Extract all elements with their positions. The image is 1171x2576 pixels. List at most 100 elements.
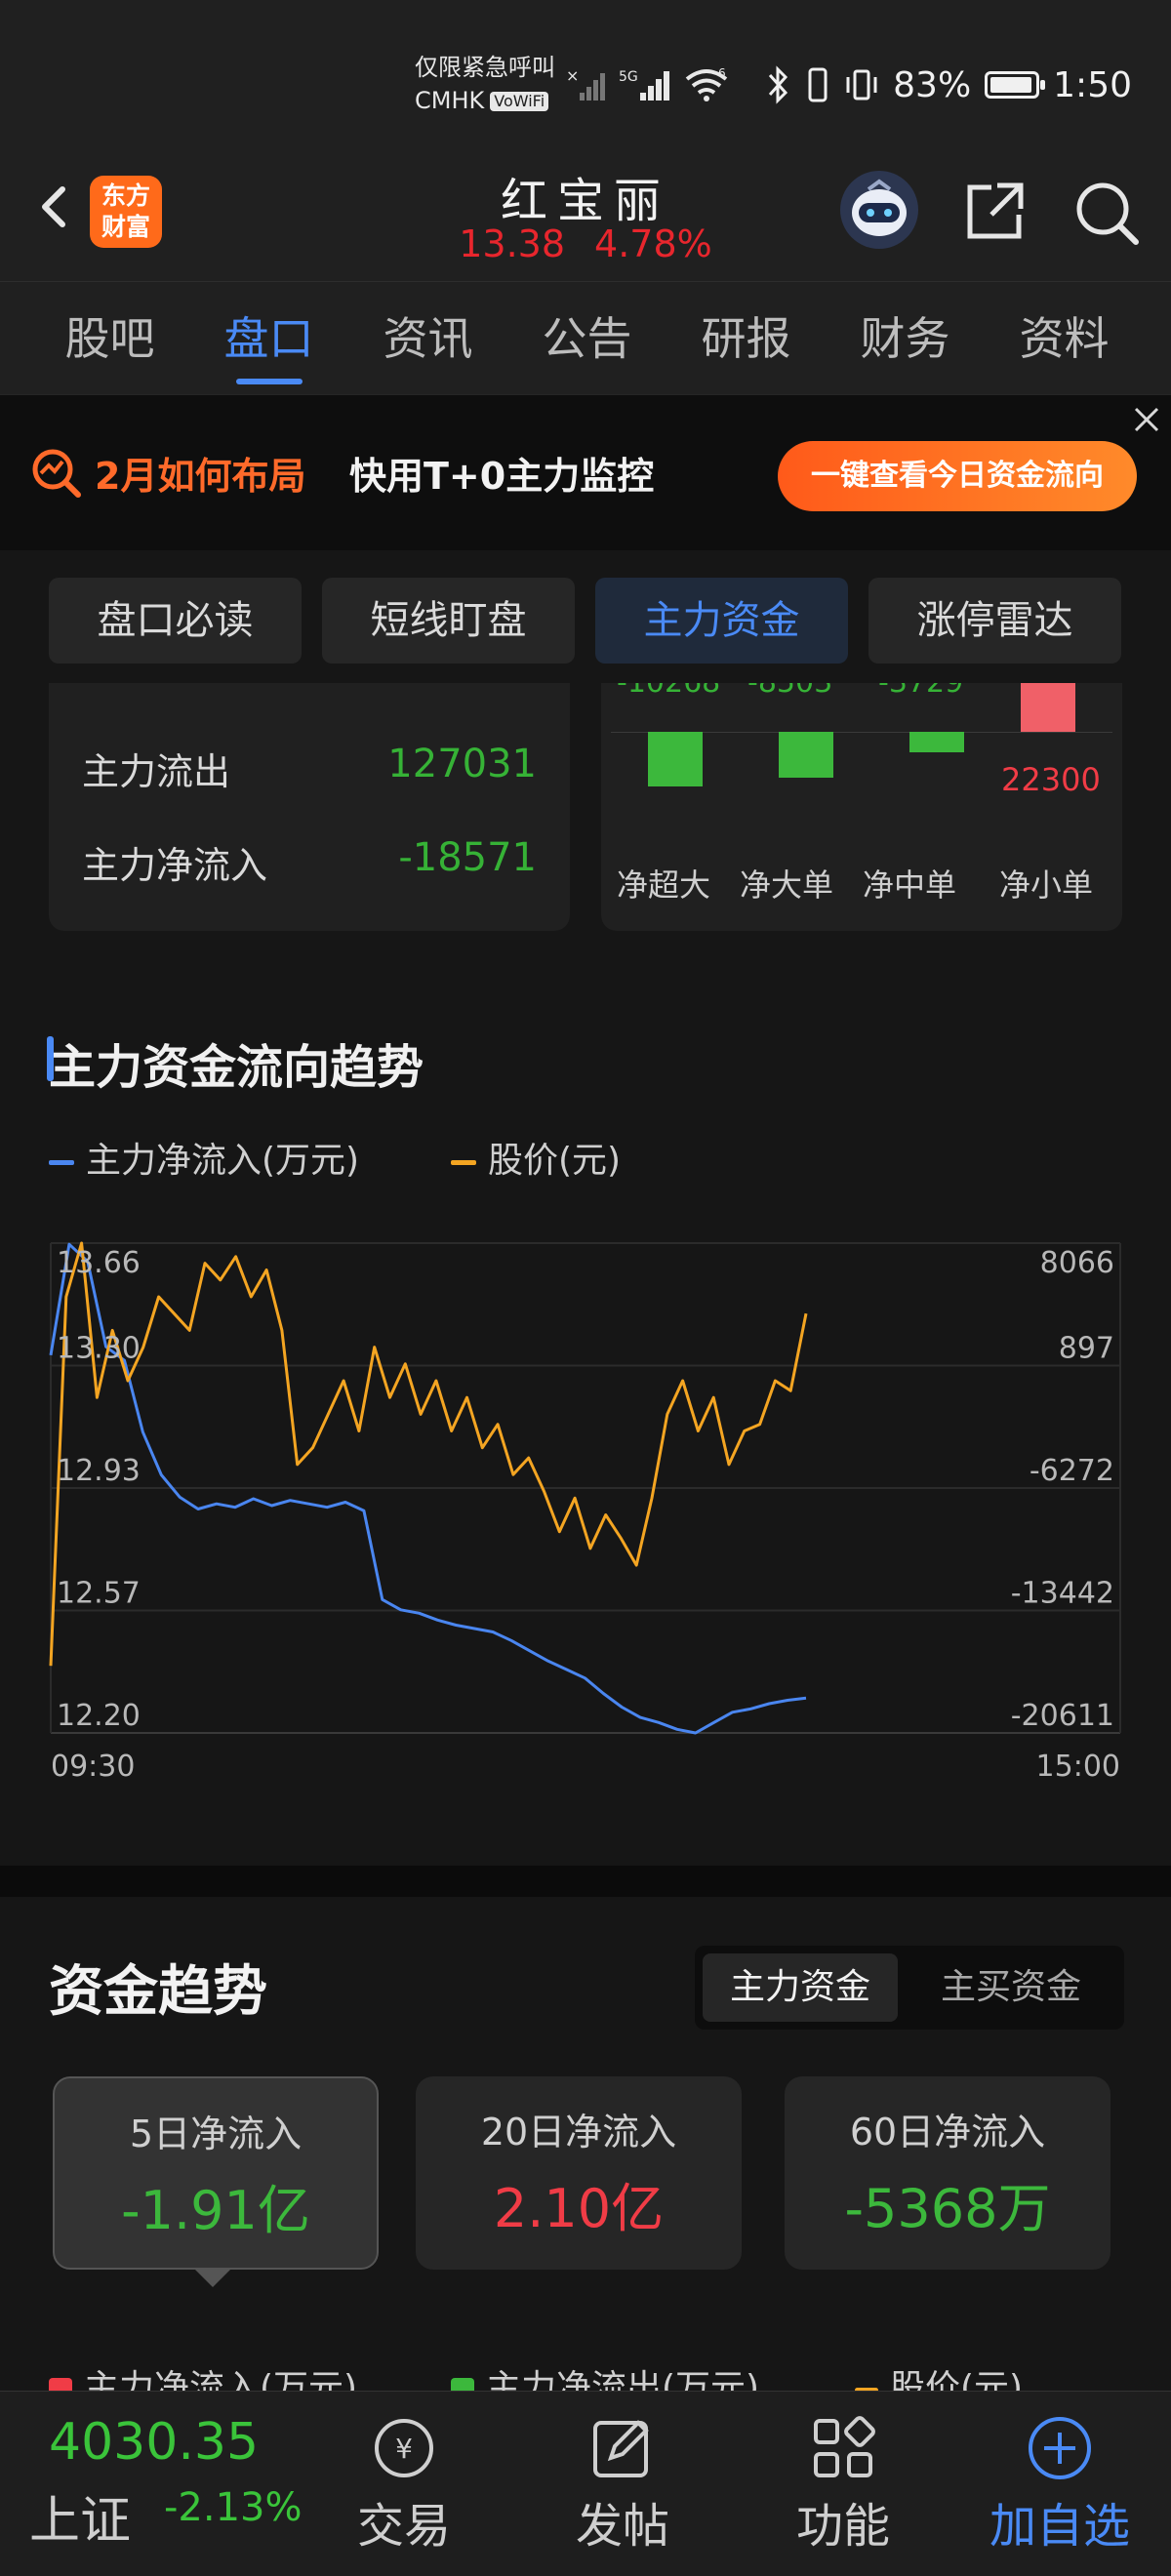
close-icon[interactable] xyxy=(1130,403,1163,436)
svg-text:6: 6 xyxy=(718,67,726,80)
tab-research[interactable]: 研报 xyxy=(666,282,826,394)
emergency-call-text: 仅限紧急呼叫 xyxy=(415,54,555,81)
battery-percent: 83% xyxy=(893,64,972,105)
index-name[interactable]: 上证 xyxy=(29,2479,131,2553)
y-left-tick-label: 13.30 xyxy=(57,1332,141,1366)
stat-card-5day[interactable]: 5日净流入 -1.91亿 xyxy=(53,2076,379,2270)
stat-label: 60日净流入 xyxy=(849,2111,1046,2153)
net-bar-small xyxy=(1021,683,1075,732)
y-right-tick-label: 8066 xyxy=(1040,1246,1114,1280)
battery-icon xyxy=(985,71,1046,99)
bar-bottom-value: 22300 xyxy=(1001,761,1101,798)
fund-type-toggle: 主力资金 主买资金 xyxy=(695,1946,1124,2030)
y-left-tick-label: 13.66 xyxy=(57,1246,141,1280)
y-right-tick-label: -20611 xyxy=(1011,1699,1114,1733)
nav-post[interactable]: 发帖 xyxy=(535,2392,710,2576)
subtab-must-read[interactable]: 盘口必读 xyxy=(49,578,302,664)
svg-text:¥: ¥ xyxy=(395,2433,413,2465)
share-icon[interactable] xyxy=(960,178,1029,246)
bar-label: 净大单 xyxy=(740,866,834,904)
bar-top-label: -10268 xyxy=(617,683,720,700)
phone-status-icon xyxy=(808,67,828,102)
index-change[interactable]: -2.13% xyxy=(164,2485,303,2530)
legend-price-label: 股价(元) xyxy=(488,1141,622,1181)
signal-no-sim-icon: × xyxy=(566,67,605,101)
y-right-tick-label: -6272 xyxy=(1030,1454,1114,1488)
banner-headline: 2月如何布局 xyxy=(95,455,306,498)
legend-price: 股价(元) xyxy=(451,1132,621,1183)
tab-guba[interactable]: 股吧 xyxy=(30,282,189,394)
x-start-label: 09:30 xyxy=(51,1750,135,1784)
stock-change-pct: 4.78% xyxy=(594,222,712,265)
banner-cta-button[interactable]: 一键查看今日资金流向 xyxy=(778,441,1137,511)
carrier-info: 仅限紧急呼叫 CMHK VoWiFi xyxy=(415,51,555,117)
nav-trade[interactable]: ¥ 交易 xyxy=(316,2392,492,2576)
outflow-value: 127031 xyxy=(387,742,537,786)
x-end-label: 15:00 xyxy=(1036,1750,1120,1784)
robot-assistant-icon[interactable] xyxy=(839,170,919,250)
svg-text:×: × xyxy=(566,67,579,85)
signal-5g-icon: 5G xyxy=(619,69,669,101)
stat-card-60day[interactable]: 60日净流入 -5368万 xyxy=(785,2076,1110,2270)
sub-tabs: 盘口必读 短线盯盘 主力资金 涨停雷达 xyxy=(0,550,1171,667)
fund-flow-trend-chart[interactable]: 13.66 13.30 12.93 12.57 12.20 8066 897 -6272 -13… xyxy=(0,1210,1171,1795)
y-right-tick-label: -13442 xyxy=(1011,1577,1114,1611)
stat-label: 5日净流入 xyxy=(129,2113,303,2155)
bar-label: 净超大 xyxy=(617,866,711,904)
bar-label: 净小单 xyxy=(999,866,1094,904)
outflow-label: 主力流出 xyxy=(82,750,231,793)
bar-label: 净中单 xyxy=(863,866,957,904)
toggle-buy-funds[interactable]: 主买资金 xyxy=(906,1953,1116,2022)
bar-top-label: -8503 xyxy=(747,683,832,700)
index-value[interactable]: 4030.35 xyxy=(49,2413,259,2472)
subtab-limit-up-radar[interactable]: 涨停雷达 xyxy=(868,578,1121,664)
net-bar-super-large xyxy=(648,732,703,786)
stat-card-20day[interactable]: 20日净流入 2.10亿 xyxy=(416,2076,742,2270)
tab-profile[interactable]: 资料 xyxy=(985,282,1144,394)
nav-label: 交易 xyxy=(356,2499,451,2554)
subtab-short-watch[interactable]: 短线盯盘 xyxy=(322,578,575,664)
vibrate-icon xyxy=(846,69,877,101)
trade-icon: ¥ xyxy=(375,2419,433,2477)
legend-net-inflow: 主力净流入(万元) xyxy=(49,1132,359,1183)
stat-value: 2.10亿 xyxy=(493,2178,665,2239)
clock: 1:50 xyxy=(1053,64,1132,105)
nav-functions[interactable]: 功能 xyxy=(755,2392,931,2576)
promo-banner[interactable]: 2月如何布局 快用T+0主力监控 一键查看今日资金流向 xyxy=(0,394,1171,550)
tab-announcements[interactable]: 公告 xyxy=(507,282,666,394)
subtab-main-funds[interactable]: 主力资金 xyxy=(595,578,848,664)
search-icon[interactable] xyxy=(1071,178,1142,248)
nav-label: 加自选 xyxy=(989,2499,1130,2554)
fund-trend-title: 资金趋势 xyxy=(49,1960,267,2024)
add-circle-icon xyxy=(1029,2417,1091,2479)
y-left-tick-label: 12.57 xyxy=(57,1577,141,1611)
tab-financials[interactable]: 财务 xyxy=(826,282,985,394)
y-left-tick-label: 12.20 xyxy=(57,1699,141,1733)
tab-pankou[interactable]: 盘口 xyxy=(189,282,348,394)
stat-label: 20日净流入 xyxy=(480,2111,677,2153)
nav-add-watchlist[interactable]: 加自选 xyxy=(972,2392,1148,2576)
stat-value: -1.91亿 xyxy=(121,2180,310,2241)
vowifi-badge: VoWiFi xyxy=(490,92,549,111)
monitor-chart-icon xyxy=(32,449,81,498)
flow-summary-card: 主力流出 127031 主力净流入 -18571 xyxy=(49,683,570,931)
net-inflow-value: -18571 xyxy=(398,835,537,880)
status-right: 83% 1:50 xyxy=(766,60,1132,109)
nav-label: 发帖 xyxy=(575,2499,669,2554)
net-bar-medium xyxy=(909,732,964,752)
carrier-name: CMHK xyxy=(415,87,485,114)
tab-news[interactable]: 资讯 xyxy=(348,282,507,394)
svg-text:5G: 5G xyxy=(619,69,638,85)
legend-net-inflow-label: 主力净流入(万元) xyxy=(86,1141,360,1181)
grid-icon xyxy=(814,2416,875,2477)
signal-icons: × 5G 6 xyxy=(566,60,730,109)
trend-section-title: 主力资金流向趋势 xyxy=(46,1028,424,1097)
active-card-pointer xyxy=(195,2270,230,2287)
banner-subline: 快用T+0主力监控 xyxy=(349,455,655,498)
bluetooth-icon xyxy=(769,65,788,104)
y-right-tick-label: 897 xyxy=(1059,1332,1114,1366)
stock-price: 13.38 xyxy=(459,222,566,265)
status-bar: 仅限紧急呼叫 CMHK VoWiFi × 5G 6 83% 1:50 xyxy=(0,0,1171,156)
toggle-main-funds[interactable]: 主力资金 xyxy=(703,1953,898,2022)
main-tabs: 股吧 盘口 资讯 公告 研报 财务 资料 xyxy=(0,281,1171,394)
